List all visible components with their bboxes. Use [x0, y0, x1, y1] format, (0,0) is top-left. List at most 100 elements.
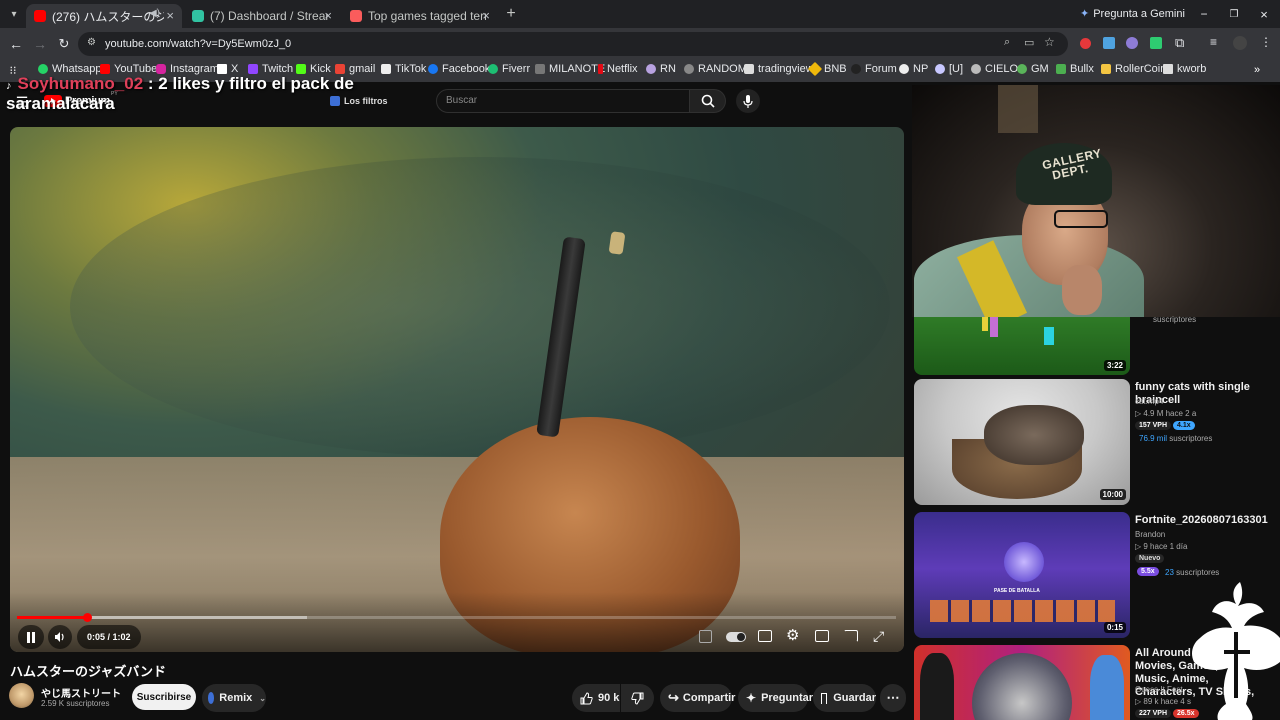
cast-icon[interactable]: ▭: [1024, 36, 1034, 49]
bookmark-forum[interactable]: Forum: [851, 63, 897, 75]
bookmark-random[interactable]: RANDOM: [684, 63, 747, 75]
reload-icon[interactable]: ↻: [56, 36, 72, 52]
bookmark-facebook[interactable]: Facebook: [428, 63, 490, 75]
bookmark-fiverr[interactable]: Fiverr: [488, 63, 530, 75]
bookmark-gm[interactable]: GM: [1017, 63, 1049, 75]
pause-button[interactable]: [18, 625, 44, 649]
ask-button[interactable]: ✦ Preguntar: [738, 684, 813, 712]
restore-icon[interactable]: ❐: [1226, 6, 1242, 22]
bookmark-tradingview[interactable]: tradingview: [744, 63, 814, 75]
milanote-icon: [535, 64, 545, 74]
back-icon[interactable]: ←: [8, 36, 24, 52]
bookmark-bullx[interactable]: Bullx: [1056, 63, 1094, 75]
stream-alert-overlay: ♪ Soyhumano_02 : 2 likes y filtro el pack…: [6, 75, 386, 113]
extension-green-icon[interactable]: [1150, 37, 1162, 49]
bookmark-np[interactable]: NP: [899, 63, 928, 75]
remix-label: Remix: [219, 692, 253, 704]
bookmark-u[interactable]: [U]: [935, 63, 963, 75]
webcam-overlay: GALLERY DEPT.: [912, 85, 1280, 317]
bookmark-rn[interactable]: RN: [646, 63, 676, 75]
bookmark-netflix[interactable]: Netflix: [598, 63, 638, 75]
filter-extension-icon[interactable]: [699, 630, 712, 643]
minimize-icon[interactable]: −: [1196, 6, 1212, 22]
subscribe-button[interactable]: Suscribirse: [132, 684, 196, 710]
chevron-down-icon: ⌄: [259, 693, 266, 703]
vph-badge: 227 VPH: [1135, 709, 1172, 718]
search-box[interactable]: Buscar: [436, 89, 690, 113]
profile-avatar[interactable]: [1233, 36, 1247, 50]
tab-youtube[interactable]: (276) ハムスターのジャズバンド ◀) ×: [26, 4, 182, 28]
close-tab-icon[interactable]: ×: [166, 8, 174, 23]
sidebar-card-2[interactable]: 10:00 funny cats with single braincell c…: [913, 379, 1280, 507]
overlay-message: : 2 likes y filtro el pack de: [143, 74, 354, 93]
bookmark-milanote[interactable]: MILANOTE: [535, 63, 605, 75]
bookmark-bnb[interactable]: BNB: [807, 61, 847, 77]
browser-menu-icon[interactable]: ⋮: [1260, 35, 1272, 49]
webcam-hand: [1062, 265, 1102, 315]
tiktok-icon: [381, 64, 391, 74]
forward-icon[interactable]: →: [32, 36, 48, 52]
extension-record-icon[interactable]: [1080, 38, 1091, 49]
sidebar-thumbnail: 3:22: [914, 317, 1130, 375]
save-button[interactable]: Guardar: [813, 684, 876, 712]
close-tab-icon[interactable]: ×: [324, 8, 332, 23]
dislike-button[interactable]: [621, 684, 654, 712]
new-tab-button[interactable]: +: [502, 5, 520, 23]
progress-bar[interactable]: [17, 613, 896, 622]
autoplay-toggle[interactable]: [726, 632, 746, 642]
bookmark-icon: [821, 692, 828, 704]
thumb-block-cyan: [1044, 327, 1054, 345]
bnb-icon: [807, 61, 823, 77]
like-button[interactable]: 90 k: [572, 684, 620, 712]
more-actions-button[interactable]: ⋯: [880, 684, 906, 712]
remix-button[interactable]: Remix ⌄: [202, 684, 266, 712]
video-player[interactable]: 0:05 / 1:02 ⚙ ⤢: [10, 127, 904, 652]
bookmark-rollercoin[interactable]: RollerCoin: [1101, 63, 1166, 75]
thumb-block-yellow: [982, 317, 988, 331]
tab-streamlabs[interactable]: (7) Dashboard / Streamlabs ×: [184, 4, 340, 28]
streamlabs-favicon-icon: [192, 10, 204, 22]
reading-list-icon[interactable]: ≡: [1210, 35, 1217, 49]
channel-avatar[interactable]: [9, 683, 34, 708]
gemini-button[interactable]: ✦ Pregunta a Gemini: [1080, 7, 1185, 21]
tab-label: (7) Dashboard / Streamlabs: [210, 9, 328, 23]
miniplayer-icon[interactable]: [815, 630, 829, 642]
volume-button[interactable]: [48, 625, 72, 649]
voice-search-button[interactable]: [736, 89, 760, 113]
close-window-icon[interactable]: ×: [1256, 6, 1272, 22]
fullscreen-icon[interactable]: ⤢: [873, 628, 884, 644]
tab-search-icon[interactable]: ▾: [6, 6, 22, 22]
sidebar-channel: cat.mp4: [1135, 397, 1164, 406]
settings-icon[interactable]: ⚙: [786, 627, 799, 645]
extension-bot-icon[interactable]: [1126, 37, 1138, 49]
share-button[interactable]: ↪ Compartir: [660, 684, 735, 712]
search-button[interactable]: [690, 89, 726, 113]
audio-icon[interactable]: ◀): [149, 8, 160, 19]
bookmark-cielo[interactable]: CIELO: [971, 63, 1018, 75]
address-bar[interactable]: ⚙ youtube.com/watch?v=Dy5Ewm0zJ_0 ⌕ ▭ ☆: [78, 32, 1068, 56]
sidebar-subscribers: 76.9 mil suscriptores: [1139, 434, 1213, 443]
channel-name[interactable]: やじ馬ストリート: [41, 685, 121, 700]
close-tab-icon[interactable]: ×: [482, 8, 490, 23]
cast-icon[interactable]: [844, 630, 858, 642]
sidebar-thumbnail: 10:00: [914, 379, 1130, 505]
youtube-page: ☰ Premium PY Los filtros Buscar ♪ Soyhuma…: [0, 75, 1280, 720]
zoom-icon[interactable]: ⌕: [1004, 36, 1010, 49]
webcam-door-frame: [998, 85, 1038, 133]
bookmark-tiktok[interactable]: TikTok: [381, 63, 426, 75]
gm-icon: [1017, 64, 1027, 74]
more-bookmarks-icon[interactable]: »: [1250, 63, 1264, 77]
sidebar-views: ▷ 9 hace 1 día: [1135, 542, 1188, 551]
subtitles-icon[interactable]: [758, 630, 772, 642]
site-info-icon[interactable]: ⚙: [87, 37, 96, 48]
tab-itch[interactable]: Top games tagged terror - itch ×: [342, 4, 498, 28]
gmail-icon: [335, 64, 345, 74]
extension-translate-icon[interactable]: [1103, 37, 1115, 49]
random-icon: [684, 64, 694, 74]
subscribe-label: Suscribirse: [136, 691, 192, 703]
bookmark-kworb[interactable]: kworb: [1163, 63, 1206, 75]
sidebar-views: ▷ 4.9 M hace 2 a: [1135, 409, 1197, 418]
bookmark-star-icon[interactable]: ☆: [1044, 35, 1055, 49]
sidebar-card-1[interactable]: 3:22 suscriptores: [913, 315, 1280, 375]
extensions-puzzle-icon[interactable]: ⧉: [1175, 35, 1184, 51]
